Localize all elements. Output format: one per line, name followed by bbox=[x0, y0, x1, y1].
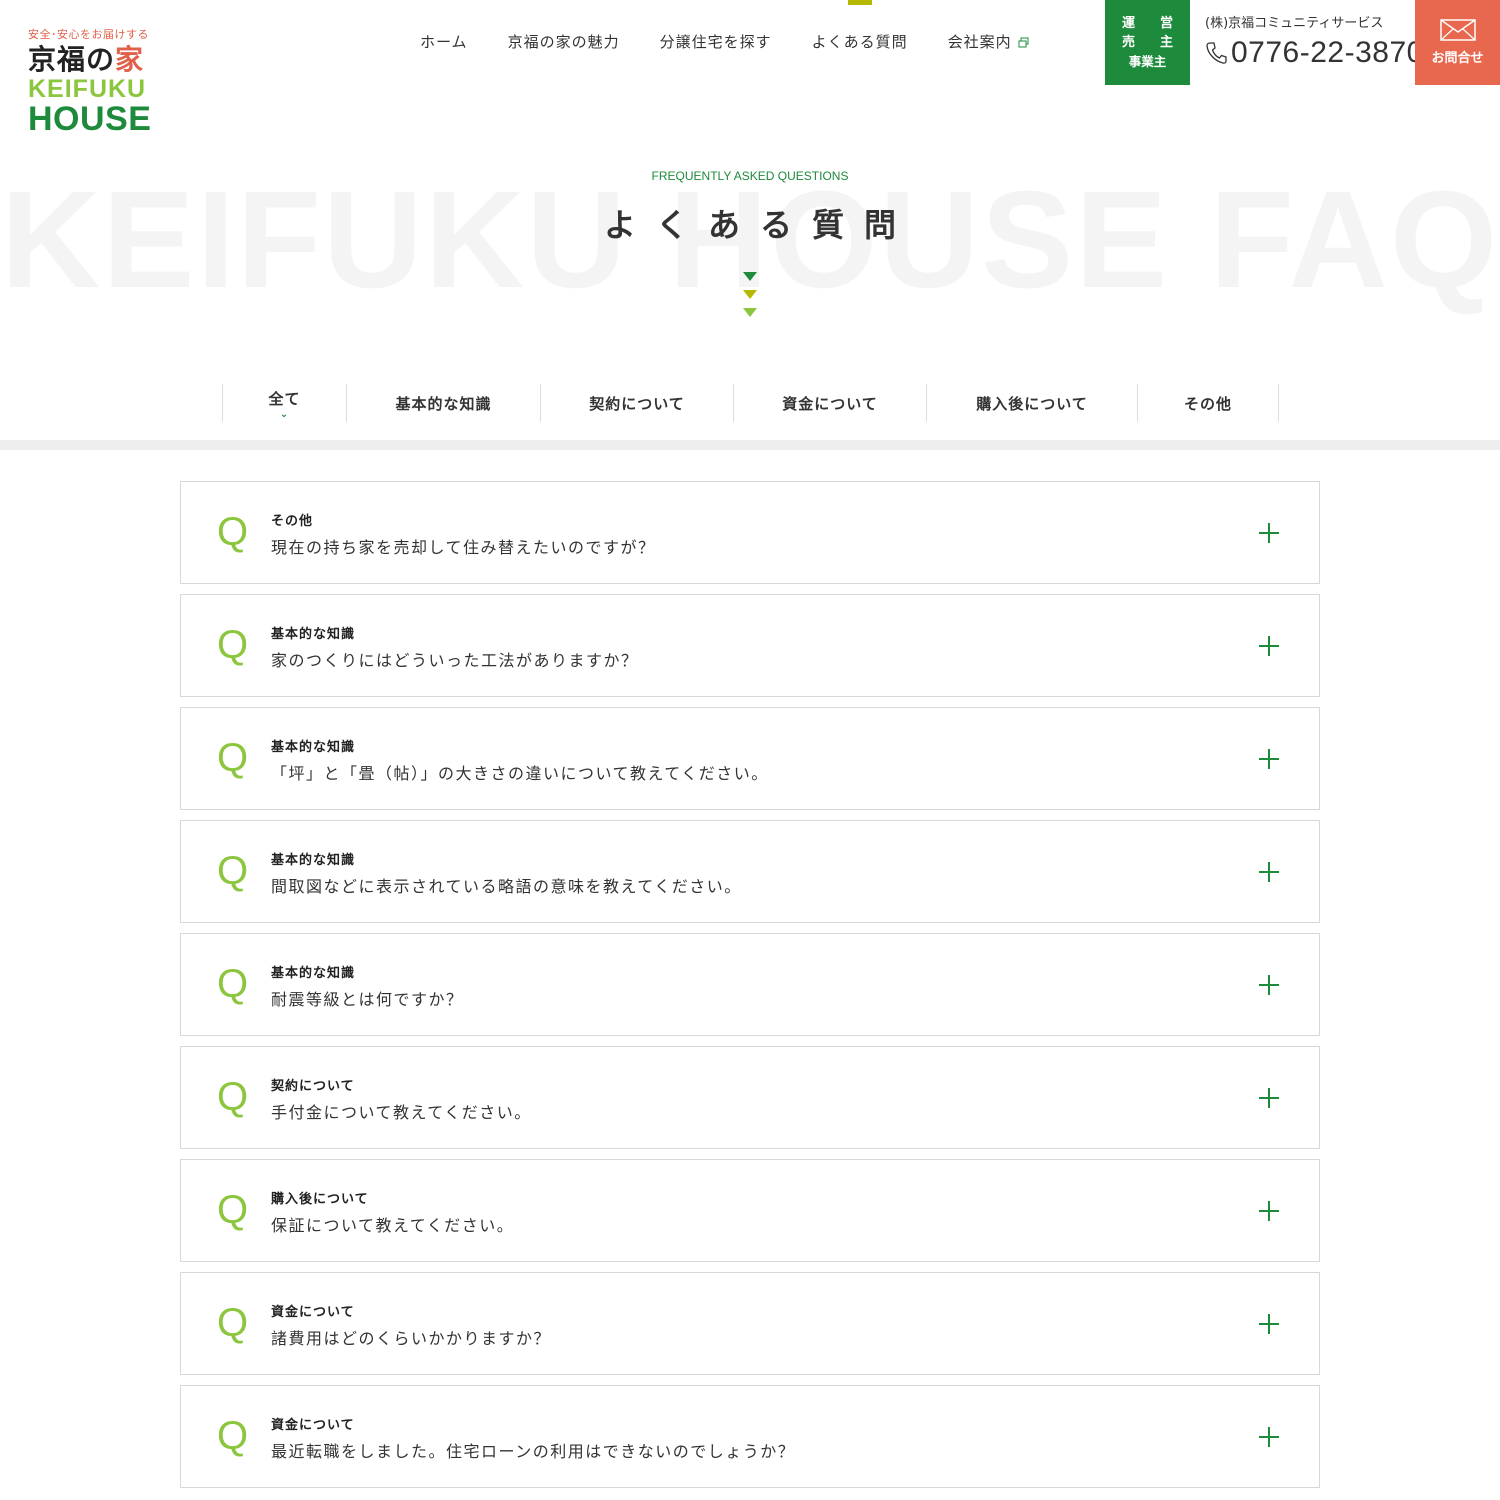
operator-badge: 運 営 売 主 事業主 bbox=[1105, 0, 1190, 85]
faq-question: 現在の持ち家を売却して住み替えたいのですが？ bbox=[271, 538, 656, 557]
plus-icon[interactable] bbox=[1259, 1201, 1279, 1221]
arrow-down-icon-3 bbox=[743, 308, 757, 317]
logo-jp: 京福の家 bbox=[28, 44, 168, 76]
faq-question: 諸費用はどのくらいかかりますか？ bbox=[271, 1329, 552, 1348]
nav-item-appeal[interactable]: 京福の家の魅力 bbox=[488, 30, 640, 54]
faq-category: 基本的な知識 bbox=[271, 627, 356, 642]
faq-list: Q その他 現在の持ち家を売却して住み替えたいのですが？ Q 基本的な知識 家の… bbox=[180, 481, 1320, 1498]
faq-item[interactable]: Q 購入後について 保証について教えてください。 bbox=[180, 1159, 1320, 1262]
faq-question: 「坪」と「畳（帖）」の大きさの違いについて教えてください。 bbox=[271, 764, 769, 783]
faq-item[interactable]: Q 基本的な知識 「坪」と「畳（帖）」の大きさの違いについて教えてください。 bbox=[180, 707, 1320, 810]
q-mark: Q bbox=[217, 1188, 249, 1232]
tab-all[interactable]: 全て ⌄ bbox=[223, 384, 347, 422]
faq-question: 耐震等級とは何ですか？ bbox=[271, 990, 464, 1009]
plus-icon[interactable] bbox=[1259, 975, 1279, 995]
phone-icon bbox=[1206, 42, 1227, 64]
faq-question: 手付金について教えてください。 bbox=[271, 1103, 532, 1122]
company-name: (株)京福コミュニティサービス bbox=[1205, 16, 1384, 31]
faq-category: その他 bbox=[271, 514, 314, 529]
tabs-divider bbox=[0, 440, 1500, 450]
faq-item[interactable]: Q 基本的な知識 耐震等級とは何ですか？ bbox=[180, 933, 1320, 1036]
nav-item-company-label: 会社案内 bbox=[947, 33, 1012, 51]
operator-line3: 事業主 bbox=[1128, 54, 1167, 69]
plus-icon[interactable] bbox=[1259, 749, 1279, 769]
faq-item[interactable]: Q 基本的な知識 間取図などに表示されている略語の意味を教えてください。 bbox=[180, 820, 1320, 923]
arrow-down-icon-2 bbox=[743, 290, 757, 299]
q-mark: Q bbox=[217, 510, 249, 554]
plus-icon[interactable] bbox=[1259, 1314, 1279, 1334]
operator-line2: 売 主 bbox=[1121, 35, 1179, 50]
tab-contract[interactable]: 契約について bbox=[541, 384, 734, 422]
hero-eyebrow: FREQUENTLY ASKED QUESTIONS bbox=[651, 169, 849, 183]
faq-item[interactable]: Q その他 現在の持ち家を売却して住み替えたいのですが？ bbox=[180, 481, 1320, 584]
external-link-icon bbox=[1018, 37, 1029, 48]
nav-item-faq[interactable]: よくある質問 bbox=[792, 0, 928, 54]
logo-en-line1: KEIFUKU bbox=[28, 75, 147, 103]
faq-category: 基本的な知識 bbox=[271, 853, 356, 868]
contact-label: お問合せ bbox=[1431, 51, 1484, 66]
site-logo[interactable]: 安全･安心をお届けする 京福の家 KEIFUKU HOUSE bbox=[28, 26, 168, 136]
tab-basic-knowledge[interactable]: 基本的な知識 bbox=[347, 384, 541, 422]
main-nav: ホーム 京福の家の魅力 分譲住宅を探す よくある質問 会社案内 bbox=[400, 0, 1049, 54]
tab-after-purchase[interactable]: 購入後について bbox=[927, 384, 1138, 422]
q-mark: Q bbox=[217, 1301, 249, 1345]
logo-jp-main: 京福の bbox=[28, 43, 116, 76]
q-mark: Q bbox=[217, 736, 249, 780]
faq-category: 購入後について bbox=[271, 1192, 369, 1207]
q-mark: Q bbox=[217, 1414, 249, 1458]
faq-category: 基本的な知識 bbox=[271, 966, 356, 981]
chevron-down-icon: ⌄ bbox=[279, 408, 290, 420]
faq-question: 間取図などに表示されている略語の意味を教えてください。 bbox=[271, 877, 742, 896]
arrow-down-icon-1 bbox=[743, 272, 757, 281]
faq-question: 保証について教えてください。 bbox=[271, 1216, 515, 1235]
plus-icon[interactable] bbox=[1259, 1427, 1279, 1447]
mail-icon bbox=[1439, 19, 1476, 41]
tab-other[interactable]: その他 bbox=[1138, 384, 1279, 422]
faq-question: 最近転職をしました。住宅ローンの利用はできないのでしょうか？ bbox=[271, 1442, 796, 1461]
plus-icon[interactable] bbox=[1259, 1088, 1279, 1108]
q-mark: Q bbox=[217, 1075, 249, 1119]
faq-category: 資金について bbox=[271, 1418, 355, 1433]
tab-funding[interactable]: 資金について bbox=[734, 384, 927, 422]
faq-item[interactable]: Q 資金について 諸費用はどのくらいかかりますか？ bbox=[180, 1272, 1320, 1375]
faq-category: 基本的な知識 bbox=[271, 740, 356, 755]
logo-tagline: 安全･安心をお届けする bbox=[28, 28, 149, 41]
plus-icon[interactable] bbox=[1259, 862, 1279, 882]
operator-line1: 運 営 bbox=[1121, 16, 1179, 31]
faq-item[interactable]: Q 基本的な知識 家のつくりにはどういった工法がありますか？ bbox=[180, 594, 1320, 697]
phone-number-text: 0776-22-3870 bbox=[1231, 36, 1424, 69]
faq-category: 契約について bbox=[271, 1079, 355, 1094]
q-mark: Q bbox=[217, 962, 249, 1006]
q-mark: Q bbox=[217, 623, 249, 667]
faq-item[interactable]: Q 資金について 最近転職をしました。住宅ローンの利用はできないのでしょうか？ bbox=[180, 1385, 1320, 1488]
contact-button[interactable]: お問合せ bbox=[1415, 0, 1500, 85]
plus-icon[interactable] bbox=[1259, 523, 1279, 543]
faq-category: 資金について bbox=[271, 1305, 355, 1320]
faq-question: 家のつくりにはどういった工法がありますか？ bbox=[271, 651, 639, 670]
faq-item[interactable]: Q 契約について 手付金について教えてください。 bbox=[180, 1046, 1320, 1149]
down-arrows-icon bbox=[743, 272, 757, 326]
logo-en-line2: HOUSE bbox=[28, 100, 152, 138]
phone-number[interactable]: 0776-22-3870 bbox=[1205, 36, 1424, 70]
nav-item-company[interactable]: 会社案内 bbox=[928, 30, 1049, 54]
category-tabs: 全て ⌄ 基本的な知識 契約について 資金について 購入後について その他 bbox=[222, 384, 1279, 422]
plus-icon[interactable] bbox=[1259, 636, 1279, 656]
page-title: よくある質問 bbox=[603, 206, 916, 244]
logo-jp-accent: 家 bbox=[115, 43, 145, 76]
nav-item-home[interactable]: ホーム bbox=[400, 30, 488, 54]
nav-item-search-houses[interactable]: 分譲住宅を探す bbox=[640, 30, 792, 54]
q-mark: Q bbox=[217, 849, 249, 893]
tab-all-label: 全て bbox=[268, 389, 301, 408]
